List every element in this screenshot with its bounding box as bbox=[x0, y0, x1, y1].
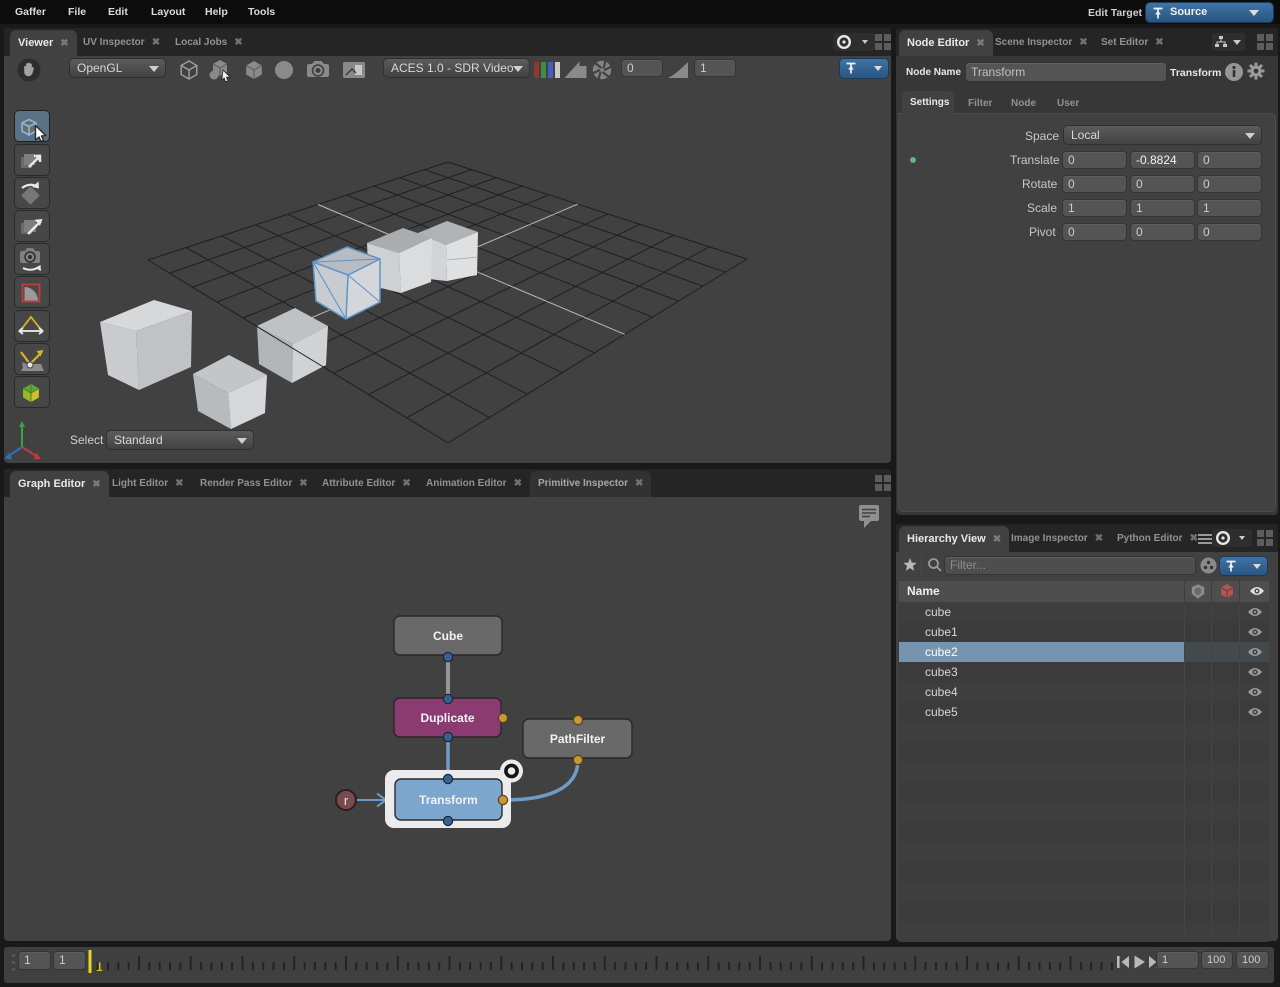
svg-text:PathFilter: PathFilter bbox=[550, 732, 606, 746]
svg-text:Cube: Cube bbox=[433, 629, 463, 643]
svg-text:Duplicate: Duplicate bbox=[420, 711, 474, 725]
svg-text:r: r bbox=[344, 793, 349, 808]
svg-text:Transform: Transform bbox=[419, 793, 478, 807]
